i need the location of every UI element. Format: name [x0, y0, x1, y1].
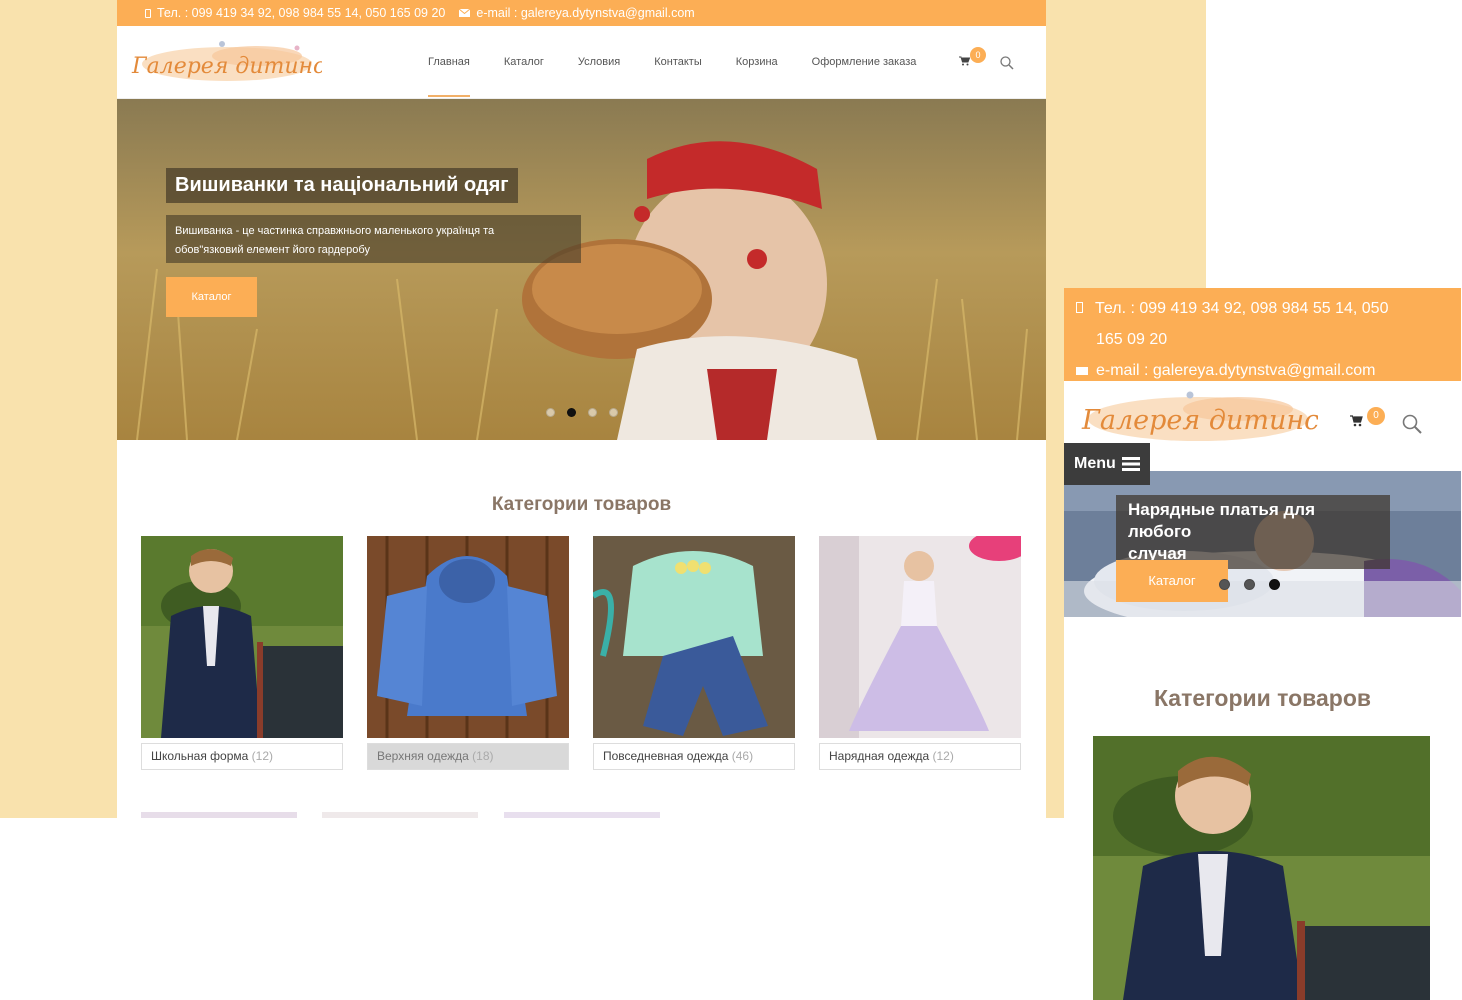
- category-label-school-uniform[interactable]: Школьная форма (12): [141, 743, 343, 770]
- category-name: Верхняя одежда: [377, 749, 469, 763]
- mobile-slider-dots: [1219, 579, 1280, 590]
- next-row-image-peek: [504, 812, 660, 818]
- mail-icon: [1076, 367, 1088, 375]
- screenshot-composite: Тел. : 099 419 34 92, 098 984 55 14, 050…: [0, 0, 1462, 1000]
- mobile-email-text: e-mail : galereya.dytynstva@gmail.com: [1096, 362, 1376, 379]
- phone-icon: [1076, 302, 1083, 313]
- mobile-hero-title: Нарядные платья для любого случая: [1116, 495, 1390, 569]
- hero-image: [117, 99, 1046, 440]
- category-card[interactable]: Верхняя одежда (18): [367, 536, 569, 770]
- mobile-phone-line-2: 165 09 20: [1096, 331, 1168, 348]
- site-header: Галерея дитинства Главная Каталог Услови…: [117, 26, 1046, 99]
- category-label-casual[interactable]: Повседневная одежда (46): [593, 743, 795, 770]
- mobile-cart-count-badge: 0: [1367, 407, 1385, 425]
- email-info[interactable]: e-mail : galereya.dytynstva@gmail.com: [459, 6, 695, 20]
- slider-dots: [546, 408, 618, 417]
- site-logo[interactable]: Галерея дитинства: [127, 38, 322, 90]
- category-card[interactable]: Школьная форма (12): [141, 536, 343, 770]
- mobile-search-icon[interactable]: [1402, 414, 1422, 434]
- category-label-formal[interactable]: Нарядная одежда (12): [819, 743, 1021, 770]
- slider-dot-4[interactable]: [609, 408, 618, 417]
- category-card[interactable]: Нарядная одежда (12): [819, 536, 1021, 770]
- category-image-casual[interactable]: [593, 536, 795, 738]
- next-row-image-peek: [322, 812, 478, 818]
- mobile-phone-text: Тел. : 099 419 34 92, 098 984 55 14, 050: [1095, 300, 1389, 317]
- mobile-hero-catalog-button[interactable]: Каталог: [1116, 560, 1228, 602]
- phone-icon: [145, 8, 151, 18]
- category-count: (12): [932, 749, 954, 763]
- next-row-image-peek: [141, 812, 297, 818]
- nav-item-home[interactable]: Главная: [428, 26, 470, 99]
- category-image-school-uniform[interactable]: [141, 536, 343, 738]
- category-name: Школьная форма: [151, 749, 249, 763]
- nav-item-terms[interactable]: Условия: [578, 26, 620, 99]
- menu-label: Menu: [1074, 455, 1116, 472]
- category-image-formal[interactable]: [819, 536, 1021, 738]
- hero-description-line-2: обов"язковий елемент його гардеробу: [175, 244, 370, 256]
- main-nav: Главная Каталог Условия Контакты Корзина…: [428, 26, 950, 99]
- mobile-categories-title: Категории товаров: [1153, 685, 1372, 711]
- page-background-left: [0, 0, 117, 818]
- category-name: Повседневная одежда: [603, 749, 729, 763]
- mobile-site: Тел. : 099 419 34 92, 098 984 55 14, 050…: [1064, 288, 1461, 1000]
- hero-title: Вишиванки та національний одяг: [166, 168, 518, 203]
- categories-title: Категории товаров: [491, 494, 672, 515]
- category-count: (18): [472, 749, 494, 763]
- nav-item-checkout[interactable]: Оформление заказа: [812, 26, 917, 99]
- category-count: (12): [251, 749, 274, 763]
- email-text: e-mail : galereya.dytynstva@gmail.com: [476, 6, 695, 20]
- nav-item-catalog[interactable]: Каталог: [504, 26, 544, 99]
- nav-item-cart[interactable]: Корзина: [736, 26, 778, 99]
- mobile-menu-button[interactable]: Menu: [1064, 443, 1150, 485]
- category-count: (46): [731, 749, 754, 763]
- category-label-outerwear[interactable]: Верхняя одежда (18): [367, 743, 569, 770]
- top-contact-bar: Тел. : 099 419 34 92, 098 984 55 14, 050…: [117, 0, 1046, 26]
- logo-text: Галерея дитинства: [131, 54, 322, 79]
- cart-icon[interactable]: [959, 56, 970, 66]
- slider-dot-3[interactable]: [588, 408, 597, 417]
- desktop-site: Тел. : 099 419 34 92, 098 984 55 14, 050…: [117, 0, 1046, 818]
- slider-dot-3[interactable]: [1269, 579, 1280, 590]
- search-icon[interactable]: [1000, 56, 1014, 70]
- category-image-outerwear[interactable]: [367, 536, 569, 738]
- mobile-hero-slider[interactable]: Нарядные платья для любого случая Катало…: [1064, 471, 1461, 617]
- hero-description-line-1: Вишиванка - це частинка справжнього мале…: [175, 225, 495, 237]
- hero-catalog-button[interactable]: Каталог: [166, 277, 257, 317]
- mobile-phone-line-1: Тел. : 099 419 34 92, 098 984 55 14, 050: [1076, 293, 1447, 324]
- hero-slider[interactable]: Вишиванки та національний одяг Вишиванка…: [117, 99, 1046, 440]
- mobile-category-image-school-uniform[interactable]: [1093, 736, 1430, 1000]
- phone-info: Тел. : 099 419 34 92, 098 984 55 14, 050…: [145, 6, 445, 20]
- slider-dot-1[interactable]: [546, 408, 555, 417]
- slider-dot-2[interactable]: [1244, 579, 1255, 590]
- logo-text: Галерея дитинства: [1081, 405, 1318, 436]
- hamburger-icon: [1121, 457, 1140, 471]
- nav-item-contacts[interactable]: Контакты: [654, 26, 702, 99]
- cart-count-badge: 0: [970, 47, 986, 63]
- mobile-hero-title-line-1: Нарядные платья для любого: [1128, 500, 1316, 541]
- mobile-top-contact-bar: Тел. : 099 419 34 92, 098 984 55 14, 050…: [1064, 288, 1461, 381]
- mobile-cart-icon[interactable]: [1350, 415, 1363, 427]
- mail-icon: [459, 9, 471, 17]
- category-name: Нарядная одежда: [829, 749, 930, 763]
- category-card[interactable]: Повседневная одежда (46): [593, 536, 795, 770]
- slider-dot-2[interactable]: [567, 408, 576, 417]
- mobile-site-logo[interactable]: Галерея дитинства: [1078, 387, 1318, 449]
- phone-text: Тел. : 099 419 34 92, 098 984 55 14, 050…: [157, 6, 446, 20]
- slider-dot-1[interactable]: [1219, 579, 1230, 590]
- hero-description: Вишиванка - це частинка справжнього мале…: [166, 215, 581, 263]
